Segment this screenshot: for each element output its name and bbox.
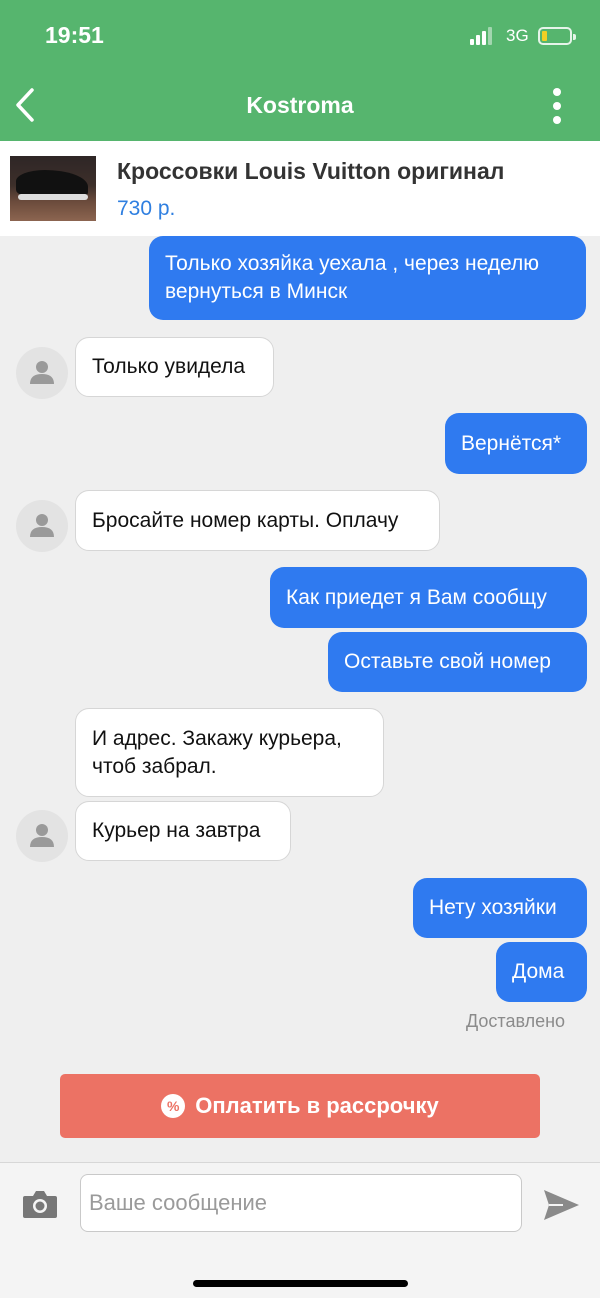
avatar <box>16 500 68 552</box>
send-icon <box>544 1190 579 1220</box>
more-options-button[interactable] <box>540 84 574 128</box>
message-composer <box>0 1162 600 1298</box>
home-indicator <box>193 1280 408 1287</box>
product-thumbnail[interactable] <box>10 156 96 221</box>
message-incoming[interactable]: Только увидела <box>75 337 274 397</box>
network-type: 3G <box>506 26 529 45</box>
delivery-status: Доставлено <box>466 1011 566 1031</box>
message-text: Дома <box>512 960 565 983</box>
battery-icon <box>538 27 576 45</box>
chat-title: Kostroma <box>246 92 354 118</box>
app-header: 19:51 3G Kostroma <box>0 0 600 141</box>
message-incoming[interactable]: Курьер на завтра <box>75 801 291 861</box>
pay-installments-button[interactable]: % Оплатить в рассрочку <box>60 1074 540 1138</box>
user-icon <box>30 514 54 537</box>
message-text: Как приедет я Вам сообщу <box>286 585 547 609</box>
percent-icon: % <box>161 1094 186 1118</box>
message-outgoing[interactable]: Нету хозяйки <box>413 878 587 938</box>
status-time: 19:51 <box>45 22 104 48</box>
message-outgoing[interactable]: Дома <box>496 942 587 1002</box>
message-outgoing[interactable]: Оставьте свой номер <box>328 632 587 692</box>
camera-button[interactable] <box>22 1188 58 1220</box>
message-outgoing[interactable]: Только хозяйка уехала , через неделю вер… <box>149 236 586 320</box>
message-text: Оставьте свой номер <box>344 650 551 673</box>
message-incoming[interactable]: Бросайте номер карты. Оплачу <box>75 490 440 551</box>
user-icon <box>30 824 54 847</box>
message-incoming[interactable]: И адрес. Закажу курьера, чтоб забрал. <box>75 708 384 797</box>
message-input[interactable] <box>80 1174 522 1232</box>
avatar <box>16 347 68 399</box>
more-vertical-icon <box>553 88 561 96</box>
message-text: Курьер на завтра <box>92 819 261 842</box>
message-text: Бросайте номер карты. Оплачу <box>92 508 399 532</box>
pay-installments-label: Оплатить в рассрочку <box>195 1093 439 1118</box>
product-bar[interactable]: Кроссовки Louis Vuitton оригинал 730 р. <box>0 141 600 236</box>
product-title[interactable]: Кроссовки Louis Vuitton оригинал <box>117 158 504 185</box>
status-bar: 19:51 3G <box>0 0 600 72</box>
message-text: чтоб забрал. <box>92 754 217 778</box>
message-text: Вернётся* <box>461 431 562 455</box>
message-outgoing[interactable]: Вернётся* <box>445 413 587 474</box>
avatar <box>16 810 68 862</box>
user-icon <box>30 361 54 384</box>
message-text: Нету хозяйки <box>429 896 557 919</box>
message-text: Только увидела <box>92 355 246 378</box>
product-price: 730 р. <box>117 197 176 220</box>
message-text: вернуться в Минск <box>165 280 348 303</box>
send-button[interactable] <box>541 1187 581 1223</box>
message-text: Только хозяйка уехала , через неделю <box>165 252 540 275</box>
message-outgoing[interactable]: Как приедет я Вам сообщу <box>270 567 587 628</box>
message-text: И адрес. Закажу курьера, <box>92 726 342 750</box>
signal-icon <box>470 27 494 45</box>
camera-icon <box>23 1191 57 1218</box>
